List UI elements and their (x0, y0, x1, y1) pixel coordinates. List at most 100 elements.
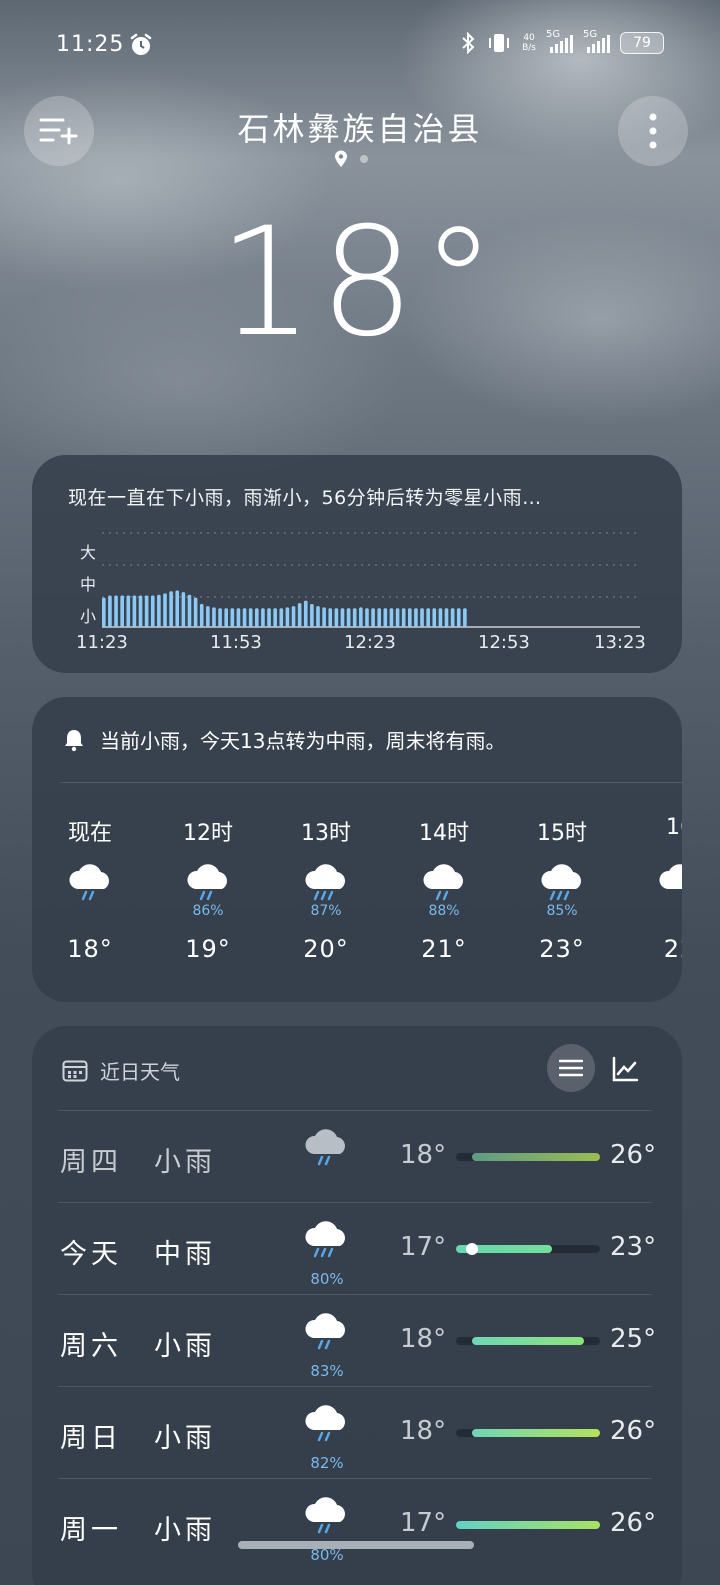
list-view-button[interactable] (547, 1044, 595, 1092)
hour-temp: 21° (421, 935, 467, 963)
hourly-item[interactable]: 12时 86% 19° (158, 815, 258, 963)
rain-bar (242, 608, 247, 627)
rain-bar (187, 594, 192, 627)
forecast-row[interactable]: 今天 中雨 80% 17° 23° (32, 1202, 682, 1294)
temp-range-bar (456, 1429, 600, 1437)
temp-range-fill (472, 1153, 600, 1161)
precip-chance: 83% (310, 1362, 344, 1380)
condition-label: 小雨 (154, 1515, 216, 1546)
rain-bar (377, 608, 381, 627)
condition-label: 小雨 (154, 1423, 216, 1454)
rain-bar (401, 608, 406, 627)
rain-cloud-icon (305, 1221, 345, 1258)
rain-bar (181, 592, 186, 627)
day-label: 周四 (60, 1147, 122, 1178)
hourly-item[interactable]: 13时 87% 20° (276, 815, 376, 963)
high-temp: 26° (610, 1416, 657, 1446)
rain-bar (224, 608, 228, 627)
rain-bar (132, 595, 137, 627)
rain-cloud-icon (187, 864, 227, 901)
home-indicator[interactable] (238, 1541, 474, 1549)
rain-bar (218, 608, 222, 627)
hourly-item[interactable]: 15时 85% 23° (512, 815, 612, 963)
forecast-row[interactable]: 周一 小雨 80% 17° 26° (32, 1478, 682, 1570)
precip-chance: 80% (310, 1270, 344, 1288)
net-speed-value: 40 (523, 33, 535, 43)
rain-bar (450, 608, 455, 627)
precip-chance: 88% (428, 903, 460, 919)
rain-bar (389, 608, 394, 627)
rain-bar (420, 608, 424, 627)
rain-bar (120, 595, 124, 627)
forecast-row[interactable]: 周日 小雨 82% 18° 26° (32, 1386, 682, 1478)
high-temp: 25° (610, 1324, 657, 1354)
hour-temp: 22 (663, 935, 682, 963)
hourly-item[interactable]: 现在 18° (40, 815, 140, 963)
day-label: 周日 (60, 1423, 122, 1454)
rain-forecast-card[interactable]: 现在一直在下小雨，雨渐小，56分钟后转为零星小雨… 大 中 小 11:23 11… (32, 455, 682, 673)
hourly-item[interactable]: 14时 88% 21° (394, 815, 494, 963)
hour-label: 15时 (537, 821, 587, 846)
temp-range-fill (472, 1337, 584, 1345)
temp-range-bar (456, 1243, 600, 1255)
x-label-0: 11:23 (76, 632, 128, 653)
rain-bar (328, 608, 333, 627)
precip-chance: 86% (192, 903, 224, 919)
x-label-1: 11:53 (210, 632, 262, 653)
trend-chart-button[interactable] (610, 1054, 640, 1084)
temp-range-fill (472, 1429, 600, 1437)
hourly-item[interactable]: 1622 (630, 815, 682, 963)
rain-bar (352, 608, 357, 627)
rain-bar (432, 608, 437, 627)
rain-bar (206, 606, 210, 627)
row-divider (58, 1294, 652, 1295)
rain-cloud-icon (69, 864, 109, 901)
hourly-forecast-card[interactable]: 当前小雨，今天13点转为中雨，周末将有雨。 现在 18° 12时 86% 19° 13时 8… (32, 697, 682, 1002)
rain-bar (285, 607, 290, 627)
hour-label: 现在 (67, 821, 112, 846)
rain-bar (316, 606, 320, 627)
list-icon (559, 1059, 583, 1077)
rain-bar (163, 593, 167, 627)
bluetooth-icon (462, 32, 475, 54)
rain-bar (273, 608, 277, 627)
daily-forecast-card[interactable]: 近日天气 周四 小雨 18° 26° 今天 中雨 80% 17° 23° 周六 小雨 83% 18° 25… (32, 1026, 682, 1585)
rain-bar (438, 608, 443, 627)
rain-bar (463, 608, 467, 627)
rain-bar (322, 607, 326, 627)
high-temp: 26° (610, 1508, 657, 1538)
low-temp: 18° (400, 1324, 447, 1354)
precip-chance: 85% (546, 903, 578, 919)
city-name[interactable]: 石林彝族自治县 (0, 104, 720, 150)
sim1-label: 5G (546, 29, 561, 40)
row-divider (58, 1386, 652, 1387)
low-temp: 18° (400, 1140, 447, 1170)
hour-temp: 20° (303, 935, 349, 963)
hour-label: 13时 (301, 821, 351, 846)
location-pin-icon (335, 150, 347, 167)
high-temp: 26° (610, 1140, 657, 1170)
row-divider (58, 1110, 652, 1111)
forecast-row[interactable]: 周六 小雨 83% 18° 25° (32, 1294, 682, 1386)
row-divider (58, 1202, 652, 1203)
precip-chance: 82% (310, 1454, 344, 1472)
temp-range-fill (456, 1521, 600, 1529)
status-bar: 11:25 40 B/s 5G 5G 79 (0, 28, 720, 64)
condition-label: 小雨 (154, 1331, 216, 1362)
signal-sim2: 5G (583, 29, 610, 53)
rain-bar (365, 608, 369, 627)
rain-bar (408, 608, 412, 627)
page-indicator (334, 150, 368, 168)
hourly-list[interactable]: 现在 18° 12时 86% 19° 13时 87% 20° 14时 88% 21° 15时 85% 23… (32, 697, 682, 1002)
rain-bar (279, 608, 284, 627)
temp-range-bar (456, 1153, 600, 1161)
forecast-row[interactable]: 周四 小雨 18° 26° (32, 1110, 682, 1202)
rain-bar (456, 608, 461, 627)
low-temp: 17° (400, 1508, 447, 1538)
rain-cloud-icon (423, 864, 463, 901)
x-label-4: 13:23 (594, 632, 646, 653)
status-time: 11:25 (56, 32, 125, 57)
temp-range-bar (456, 1521, 600, 1529)
precip-chance (40, 903, 140, 925)
rain-bar (303, 600, 308, 627)
